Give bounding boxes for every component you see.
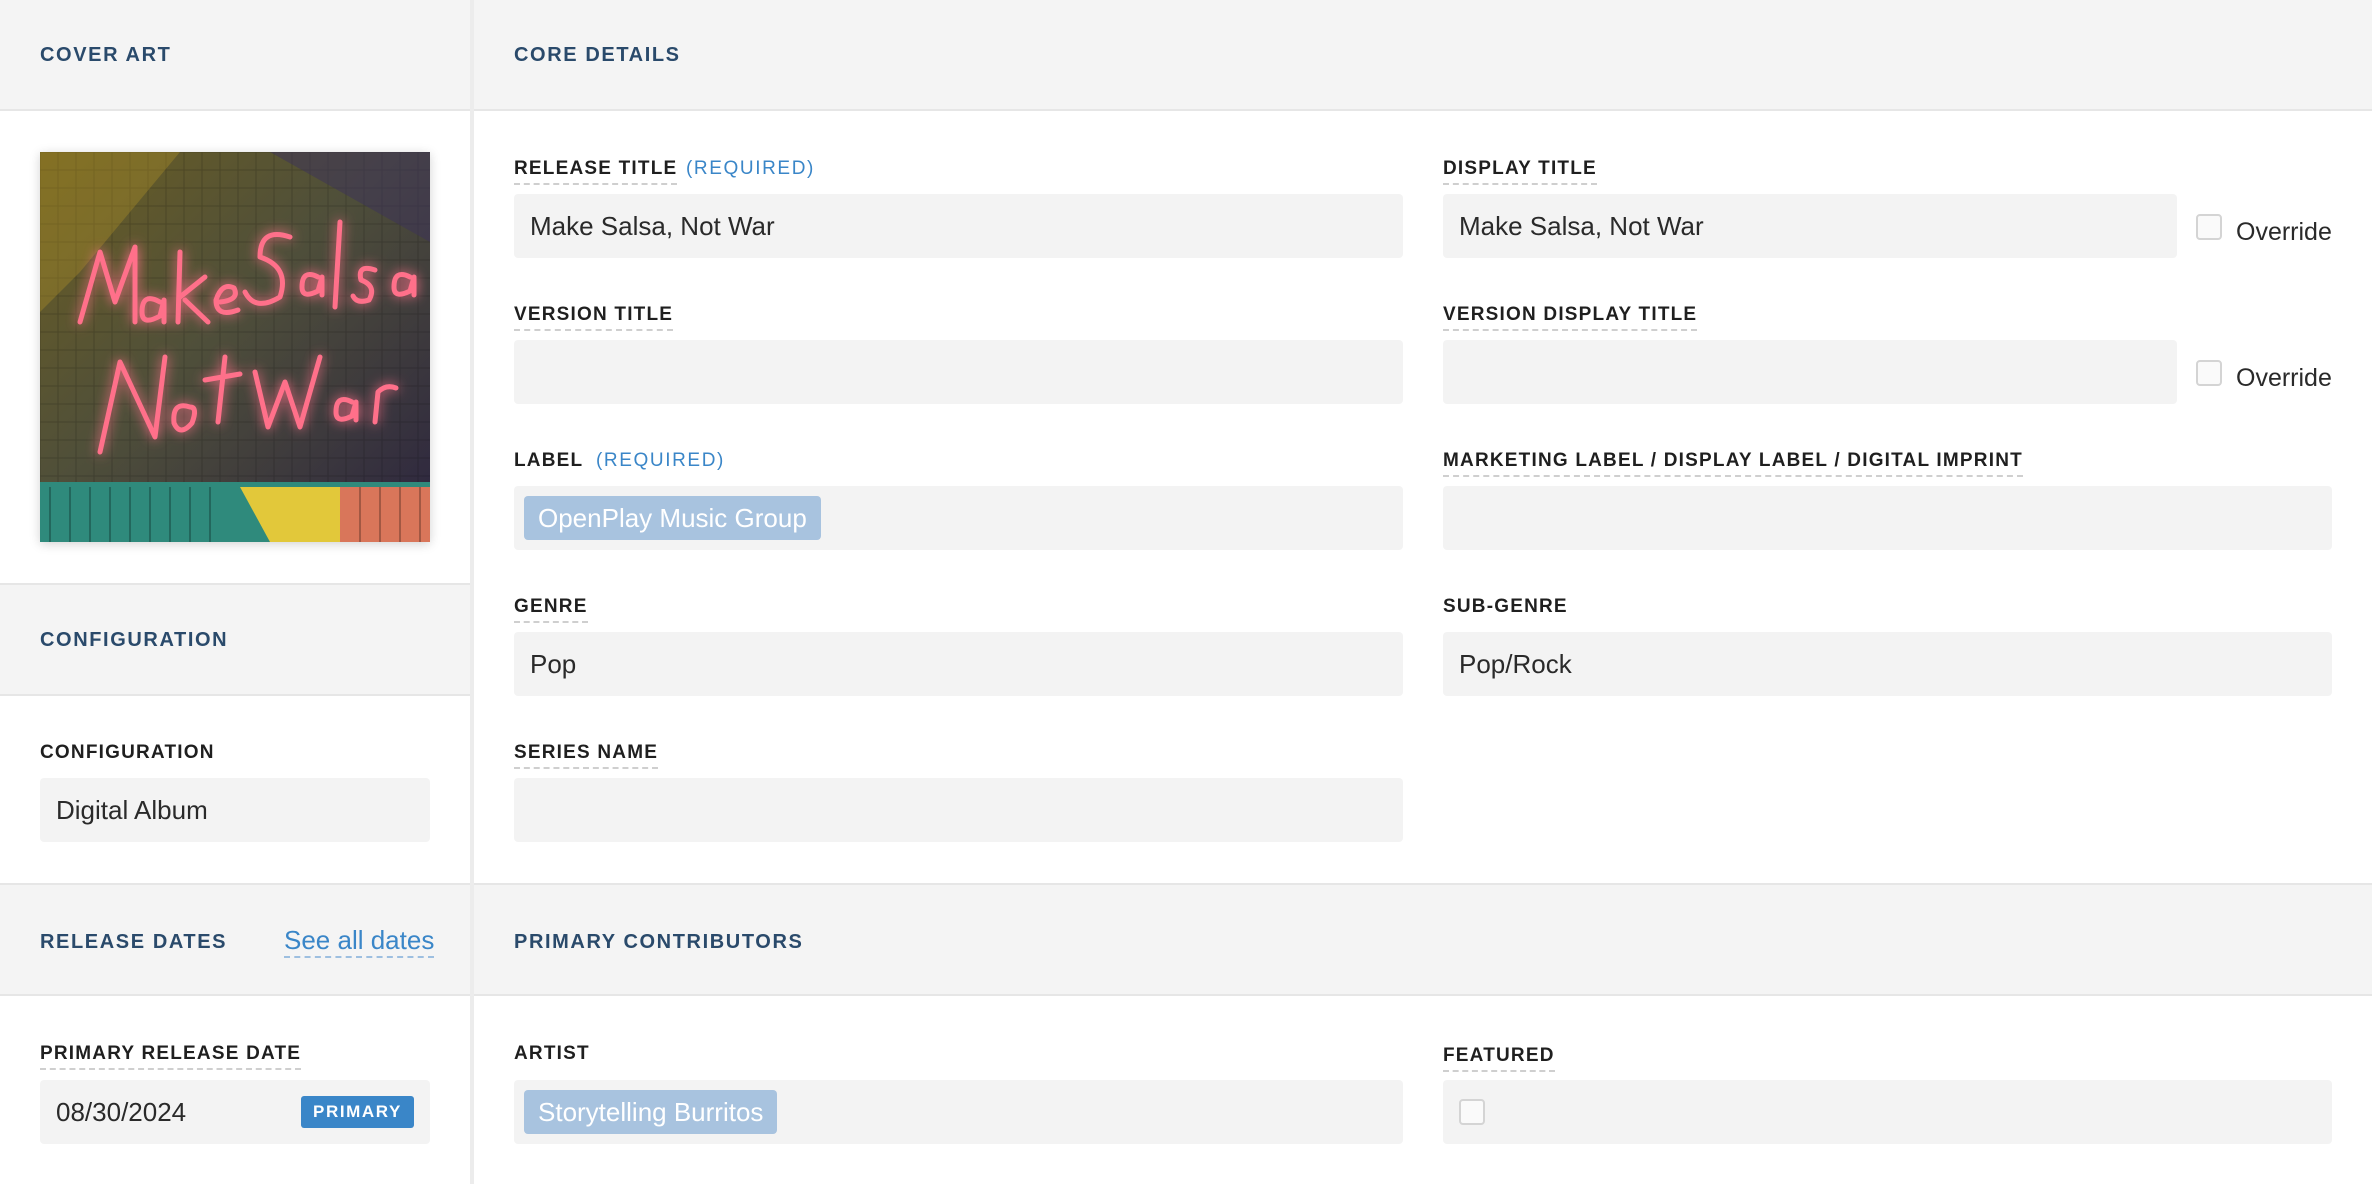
cover-art-image[interactable] <box>40 152 430 542</box>
artist-chip[interactable]: Storytelling Burritos <box>524 1090 778 1134</box>
series-name-input[interactable] <box>514 778 1403 842</box>
primary-badge: PRIMARY <box>301 1096 414 1128</box>
artist-select[interactable]: Storytelling Burritos <box>514 1080 1403 1144</box>
label-field-label: LABEL <box>514 450 584 471</box>
genre-label: GENRE <box>514 596 588 623</box>
version-display-title-override-checkbox[interactable] <box>2196 360 2222 386</box>
version-display-title-input[interactable] <box>1443 340 2177 404</box>
release-title-label: RELEASE TITLE <box>514 158 678 185</box>
version-display-title-label: VERSION DISPLAY TITLE <box>1443 304 1698 331</box>
featured-label: FEATURED <box>1443 1045 1555 1072</box>
marketing-label-label: MARKETING LABEL / DISPLAY LABEL / DIGITA… <box>1443 450 2023 477</box>
column-divider <box>470 0 474 1184</box>
configuration-header: CONFIGURATION <box>0 583 470 696</box>
primary-contributors-header: PRIMARY CONTRIBUTORS <box>474 883 2372 996</box>
marketing-label-input[interactable] <box>1443 486 2332 550</box>
version-title-label: VERSION TITLE <box>514 304 674 331</box>
configuration-title: CONFIGURATION <box>40 629 229 651</box>
genre-select[interactable]: Pop <box>514 632 1403 696</box>
display-title-override-label: Override <box>2236 218 2332 246</box>
version-title-input[interactable] <box>514 340 1403 404</box>
sub-genre-select[interactable]: Pop/Rock <box>1443 632 2332 696</box>
version-display-title-override-label: Override <box>2236 364 2332 392</box>
featured-checkbox[interactable] <box>1459 1099 1485 1125</box>
cover-art-header: COVER ART <box>0 0 470 111</box>
sub-genre-label: SUB-GENRE <box>1443 596 1568 617</box>
primary-release-date-field[interactable]: 08/30/2024 PRIMARY <box>40 1080 430 1144</box>
primary-release-date-value: 08/30/2024 <box>56 1097 187 1127</box>
cover-art-title: COVER ART <box>40 44 172 66</box>
label-required: (REQUIRED) <box>596 450 725 471</box>
release-dates-title: RELEASE DATES <box>40 931 228 953</box>
primary-release-date-label: PRIMARY RELEASE DATE <box>40 1043 302 1070</box>
release-title-required: (REQUIRED) <box>686 158 815 179</box>
label-select[interactable]: OpenPlay Music Group <box>514 486 1403 550</box>
featured-field <box>1443 1080 2332 1144</box>
display-title-override-checkbox[interactable] <box>2196 214 2222 240</box>
configuration-select[interactable]: Digital Album <box>40 778 430 842</box>
see-all-dates-link[interactable]: See all dates <box>284 925 435 958</box>
release-title-input[interactable]: Make Salsa, Not War <box>514 194 1403 258</box>
display-title-label: DISPLAY TITLE <box>1443 158 1597 185</box>
primary-contributors-title: PRIMARY CONTRIBUTORS <box>514 931 804 953</box>
display-title-input[interactable]: Make Salsa, Not War <box>1443 194 2177 258</box>
core-details-title: CORE DETAILS <box>514 44 681 66</box>
series-name-label: SERIES NAME <box>514 742 659 769</box>
configuration-field-label: CONFIGURATION <box>40 742 215 763</box>
core-details-header: CORE DETAILS <box>474 0 2372 111</box>
label-chip[interactable]: OpenPlay Music Group <box>524 496 821 540</box>
artist-label: ARTIST <box>514 1043 590 1064</box>
release-dates-header: RELEASE DATES See all dates <box>0 883 470 996</box>
